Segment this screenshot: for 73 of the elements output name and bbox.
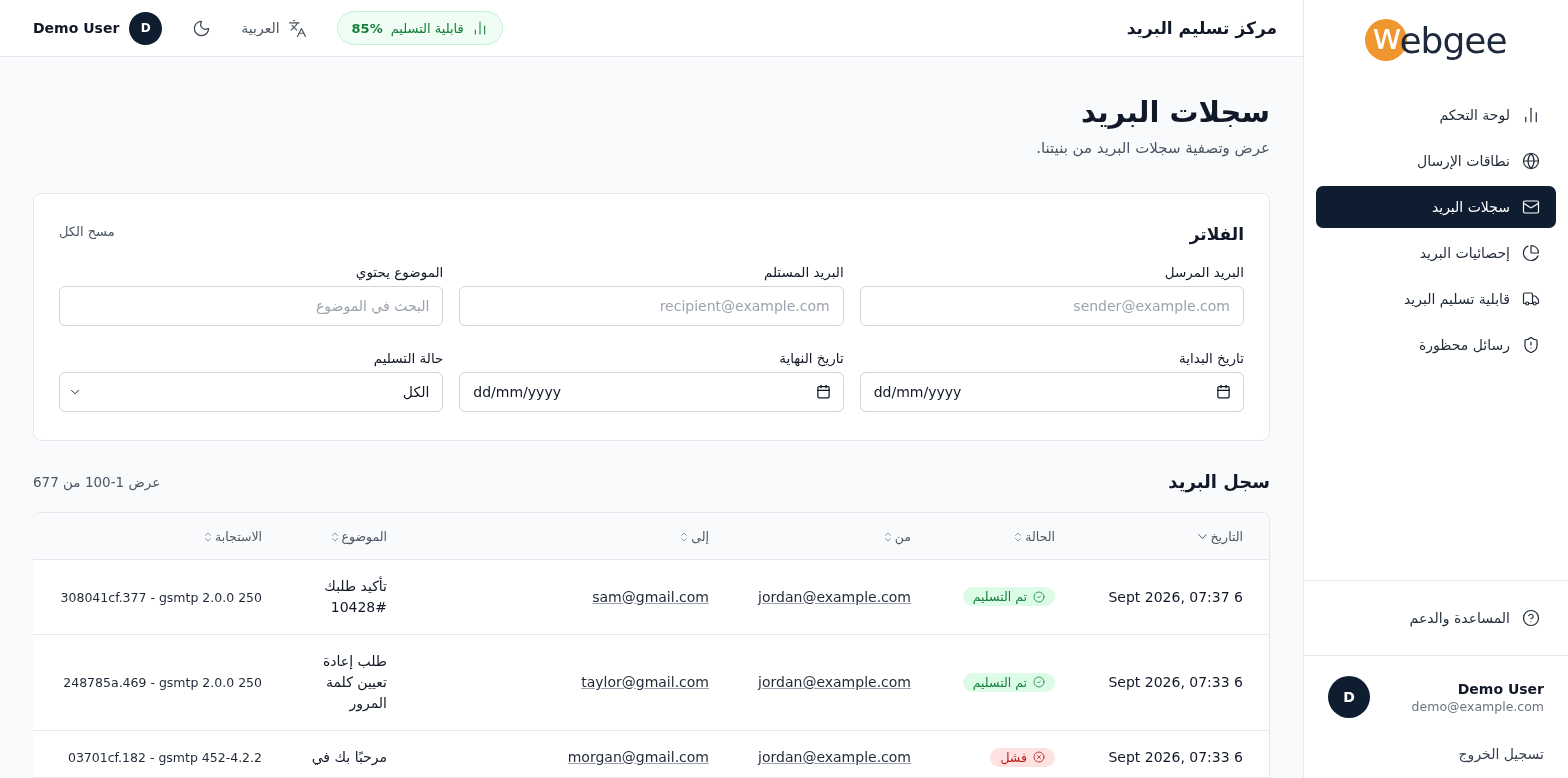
nav-item[interactable]: إحصائيات البريد	[1316, 232, 1556, 274]
field-label: تاريخ البداية	[1178, 350, 1244, 366]
check-circle-icon	[1033, 590, 1045, 603]
calendar-icon	[1216, 384, 1231, 399]
select-field[interactable]: الكل	[59, 372, 444, 412]
status-badge: تم التسليم	[962, 672, 1055, 692]
logout-link[interactable]: تسجيل الخروج	[1328, 746, 1544, 762]
column-header[interactable]: الاستجابة	[202, 529, 262, 545]
translate-icon	[287, 18, 307, 38]
clear-all-link[interactable]: مسح الكل	[59, 224, 115, 239]
dark-mode-button[interactable]	[192, 18, 212, 38]
filters-title: الفلاتر	[1189, 224, 1244, 244]
field-label: تاريخ النهاية	[778, 350, 844, 366]
date-field[interactable]: dd/mm/yyyy	[859, 372, 1244, 412]
app-title: مركز تسليم البريد	[1126, 18, 1277, 38]
field-label: حالة التسليم	[372, 350, 444, 366]
subject-text: طلب إعادة تعيين كلمة المرور	[321, 651, 387, 714]
response-text: 03701cf.182 - gsmtp 452-4.2.2	[67, 750, 262, 765]
language-button[interactable]: العربية	[241, 18, 307, 38]
subject-text: تأكيد طلبك #10428	[323, 575, 387, 617]
sender-link[interactable]: jordan@example.com	[758, 588, 911, 605]
mail-icon	[1522, 198, 1540, 216]
input-field[interactable]: sender@example.com	[859, 286, 1244, 326]
column-header[interactable]: التاريخ	[1194, 529, 1243, 545]
input-field[interactable]: البحث في الموضوع	[59, 286, 444, 326]
user-name: Demo User	[1456, 680, 1544, 697]
sender-link[interactable]: jordan@example.com	[758, 674, 911, 690]
date-text: 6 Sept 2026, 07:37	[1108, 588, 1243, 605]
recipient-link[interactable]: morgan@gmail.com	[567, 749, 709, 765]
status-badge: تم التسليم	[962, 587, 1055, 606]
globe-icon	[1522, 152, 1540, 170]
deliverability-value: 85%	[351, 20, 383, 36]
page-title: سجلات البريد	[1079, 95, 1270, 129]
sender-link[interactable]: jordan@example.com	[758, 749, 911, 765]
recipient-link[interactable]: taylor@gmail.com	[581, 674, 709, 690]
date-text: 6 Sept 2026, 07:33	[1108, 674, 1243, 690]
help-icon	[1522, 609, 1540, 627]
user-email: demo@example.com	[1411, 698, 1544, 714]
user-avatar: D	[1328, 676, 1370, 718]
subject-text: مرحبًا بك في	[310, 747, 387, 768]
field-label: البريد المستلم	[762, 264, 844, 280]
field-label: البريد المرسل	[1163, 264, 1244, 280]
pie-chart-icon	[1522, 244, 1540, 262]
input-field[interactable]: recipient@example.com	[459, 286, 844, 326]
nav-item[interactable]: قابلية تسليم البريد	[1316, 278, 1556, 320]
date-text: 6 Sept 2026, 07:33	[1108, 749, 1243, 765]
check-circle-icon	[1033, 676, 1045, 688]
column-header[interactable]: الموضوع	[328, 529, 387, 545]
log-title: سجل البريد	[1168, 471, 1270, 492]
field-label: الموضوع يحتوي	[354, 264, 444, 280]
nav-item[interactable]: سجلات البريد	[1316, 186, 1556, 228]
column-header[interactable]: الحالة	[1012, 529, 1055, 545]
response-text: 308041cf.377 - gsmtp 2.0.0 250	[60, 589, 262, 605]
help-link[interactable]: المساعدة والدعم	[1316, 597, 1556, 639]
response-text: 248785a.469 - gsmtp 2.0.0 250	[63, 675, 262, 690]
truck-icon	[1522, 290, 1540, 308]
nav-item[interactable]: نطاقات الإرسال	[1316, 140, 1556, 182]
result-count: عرض 1-100 من 677	[33, 473, 161, 490]
shield-icon	[1522, 336, 1540, 354]
bar-chart-icon	[1522, 106, 1540, 124]
date-field[interactable]: dd/mm/yyyy	[459, 372, 844, 412]
column-header[interactable]: إلى	[678, 529, 709, 545]
recipient-link[interactable]: sam@gmail.com	[592, 588, 709, 605]
x-circle-icon	[1033, 751, 1045, 763]
nav-item[interactable]: رسائل محظورة	[1316, 324, 1556, 366]
column-header[interactable]: من	[881, 529, 911, 545]
nav-item[interactable]: لوحة التحكم	[1316, 94, 1556, 136]
status-badge: فشل	[990, 747, 1055, 767]
user-name: Demo User	[33, 20, 120, 36]
page-subtitle: عرض وتصفية سجلات البريد من بنيتنا.	[1035, 139, 1270, 157]
deliverability-label: قابلية التسليم	[390, 20, 464, 36]
calendar-icon	[815, 384, 831, 399]
user-avatar[interactable]: D	[129, 11, 163, 45]
